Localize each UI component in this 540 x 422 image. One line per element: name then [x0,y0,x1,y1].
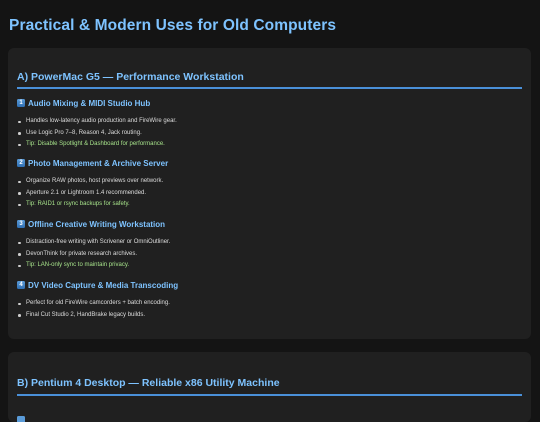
list-item: Organize RAW photos, host previews over … [17,176,163,188]
section-title: Audio Mixing & MIDI Studio Hub [28,98,151,108]
keycap-3-icon: 3 [17,220,25,228]
section-audio-mixing: 1 Audio Mixing & MIDI Studio Hub Handles… [17,97,522,147]
item-list: Organize RAW photos, host previews over … [17,176,163,211]
section-title: Offline Creative Writing Workstation [28,219,166,229]
list-item: Aperture 2.1 or Lightroom 1.4 recommende… [17,188,163,200]
list-item: Final Cut Studio 2, HandBrake legacy bui… [17,310,170,322]
section-photo-management: 2 Photo Management & Archive Server Orga… [17,157,522,207]
list-item: Distraction-free writing with Scrivener … [17,237,170,249]
tip-item: Tip: RAID1 or rsync backups for safety. [17,199,163,211]
card-title: B) Pentium 4 Desktop — Reliable x86 Util… [17,377,280,389]
item-list: Perfect for old FireWire camcorders + ba… [17,298,170,321]
divider [17,394,522,396]
keycap-icon [17,416,25,422]
section-title: DV Video Capture & Media Transcoding [28,280,179,290]
keycap-4-icon: 4 [17,281,25,289]
tip-item: Tip: Disable Spotlight & Dashboard for p… [17,139,177,151]
card-pentium-4: B) Pentium 4 Desktop — Reliable x86 Util… [8,352,531,422]
section-title: Photo Management & Archive Server [28,158,169,168]
divider [17,87,522,89]
tip-item: Tip: LAN-only sync to maintain privacy. [17,260,170,272]
section-dv-video: 4 DV Video Capture & Media Transcoding P… [17,279,522,318]
list-item: Perfect for old FireWire camcorders + ba… [17,298,170,310]
list-item: Use Logic Pro 7–8, Reason 4, Jack routin… [17,128,177,140]
list-item: Handles low-latency audio production and… [17,116,177,128]
card-title: A) PowerMac G5 — Performance Workstation [17,71,244,83]
keycap-2-icon: 2 [17,159,25,167]
section-creative-writing: 3 Offline Creative Writing Workstation D… [17,218,522,268]
item-list: Handles low-latency audio production and… [17,116,177,151]
card-powermac-g5: A) PowerMac G5 — Performance Workstation… [8,48,531,339]
keycap-1-icon: 1 [17,99,25,107]
list-item: DevonThink for private research archives… [17,249,170,261]
page-title: Practical & Modern Uses for Old Computer… [9,17,337,34]
item-list: Distraction-free writing with Scrivener … [17,237,170,272]
